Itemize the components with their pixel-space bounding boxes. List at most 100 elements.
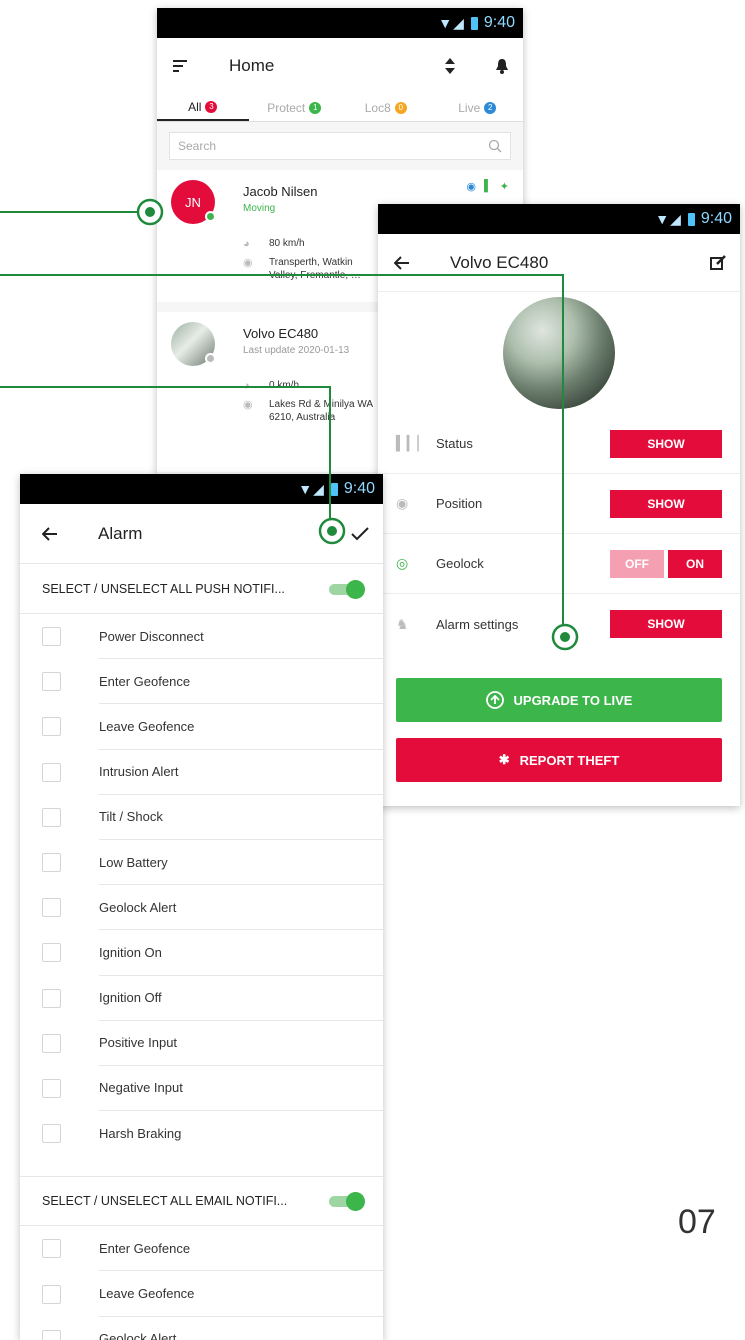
list-item[interactable]: Harsh Braking	[20, 1111, 383, 1156]
checkbox[interactable]	[42, 1124, 61, 1144]
checkbox[interactable]	[42, 762, 61, 782]
alarm-screen: ▼◢ 9:40 Alarm SELECT / UNSELECT ALL PUSH…	[20, 474, 383, 1340]
tab-all[interactable]: All 3	[157, 94, 249, 121]
item-label: Ignition On	[99, 930, 383, 976]
checkmark-icon[interactable]	[351, 526, 369, 541]
status-bar: ▼◢ 9:40	[20, 474, 383, 504]
checkbox[interactable]	[42, 672, 61, 692]
address-value: Lakes Rd & Minilya WA 6210, Australia	[269, 399, 373, 423]
tab-protect[interactable]: Protect 1	[249, 94, 341, 121]
checkbox[interactable]	[42, 807, 61, 827]
bell-icon[interactable]	[495, 58, 509, 74]
detail-screen: ▼◢ 9:40 Volvo EC480 ▍▎▏ Status SHOW ◉ Po…	[378, 204, 740, 806]
speedometer-icon: ◕	[243, 380, 250, 392]
address-value: Transperth, Watkin Valley, Fremantle, …	[269, 257, 361, 281]
item-label: Enter Geofence	[99, 659, 383, 705]
list-item[interactable]: Leave Geofence	[20, 1271, 383, 1317]
checkbox[interactable]	[42, 1284, 61, 1304]
geolock-on-button[interactable]: ON	[668, 549, 722, 578]
list-item[interactable]: Low Battery	[20, 840, 383, 886]
email-select-all-toggle[interactable]	[325, 1192, 365, 1212]
alarm-settings-show-button[interactable]: SHOW	[610, 610, 722, 638]
position-show-button[interactable]: SHOW	[610, 489, 722, 518]
checkbox[interactable]	[42, 898, 61, 918]
checkbox[interactable]	[42, 627, 61, 647]
upload-circle-icon	[485, 691, 504, 709]
list-item[interactable]: Enter Geofence	[20, 659, 383, 705]
location-pin-icon: ◉	[396, 495, 409, 511]
report-theft-button[interactable]: ✱ REPORT THEFT	[396, 738, 722, 782]
row-label: Position	[436, 496, 483, 511]
tab-live[interactable]: Live 2	[432, 94, 524, 121]
list-item[interactable]: Geolock Alert	[20, 885, 383, 931]
status-bar: ▼◢ 9:40	[157, 8, 523, 38]
bell-icon: ♞	[396, 615, 409, 632]
menu-icon[interactable]	[171, 60, 191, 72]
button-label: REPORT THEFT	[519, 752, 620, 768]
push-select-all-toggle[interactable]	[325, 579, 365, 599]
search-icon[interactable]	[488, 139, 502, 153]
checkbox[interactable]	[42, 853, 61, 873]
alarm-settings-row: ♞ Alarm settings SHOW	[378, 594, 740, 654]
speedometer-icon: ◕	[243, 238, 250, 250]
item-label: Enter Geofence	[99, 1226, 383, 1272]
item-label: Geolock Alert	[99, 885, 383, 931]
avatar-initials: JN	[185, 194, 201, 210]
checkbox[interactable]	[42, 717, 61, 737]
satellite-icon: ✦	[499, 181, 509, 193]
avatar	[171, 322, 216, 366]
speed-value: 80 km/h	[269, 238, 305, 249]
checkbox[interactable]	[42, 988, 61, 1008]
geolock-off-button[interactable]: OFF	[610, 549, 664, 578]
email-notifications-section: SELECT / UNSELECT ALL EMAIL NOTIFI...	[20, 1176, 383, 1227]
item-badges: ◉ ▌ ✦	[466, 180, 509, 193]
section-label: SELECT / UNSELECT ALL PUSH NOTIFI...	[42, 581, 285, 596]
item-label: Power Disconnect	[99, 614, 383, 660]
back-arrow-icon[interactable]	[392, 255, 412, 270]
item-label: Leave Geofence	[99, 1271, 383, 1317]
checkbox[interactable]	[42, 1078, 61, 1098]
status-bars-icon: ▍▎▏	[396, 435, 429, 451]
geolock-toggle[interactable]: OFF ON	[610, 549, 722, 578]
count-badge: 1	[309, 101, 322, 114]
checkbox[interactable]	[42, 943, 61, 963]
row-label: Status	[436, 436, 473, 451]
list-item[interactable]: Enter Geofence	[20, 1226, 383, 1272]
app-bar: Volvo EC480	[378, 234, 740, 292]
edit-icon[interactable]	[710, 254, 726, 271]
checkbox[interactable]	[42, 1239, 61, 1259]
battery-icon	[330, 482, 338, 496]
item-label: Harsh Braking	[99, 1126, 182, 1142]
avatar: JN	[171, 180, 216, 224]
list-item[interactable]: Positive Input	[20, 1021, 383, 1066]
search-input[interactable]: Search	[169, 132, 511, 160]
list-item[interactable]: Geolock Alert	[20, 1317, 383, 1340]
status-show-button[interactable]: SHOW	[610, 429, 722, 458]
item-label: Low Battery	[99, 840, 383, 886]
alarm-siren-icon: ✱	[498, 752, 510, 767]
list-item[interactable]: Ignition On	[20, 930, 383, 976]
list-item[interactable]: Ignition Off	[20, 976, 383, 1021]
list-item[interactable]: Leave Geofence	[20, 704, 383, 750]
back-arrow-icon[interactable]	[40, 526, 60, 541]
item-label: Intrusion Alert	[99, 750, 383, 795]
item-name: Volvo EC480	[243, 326, 319, 341]
sort-icon[interactable]	[445, 58, 455, 74]
item-status: Moving	[243, 203, 276, 214]
tab-label: All	[188, 99, 202, 114]
list-item[interactable]: Power Disconnect	[20, 614, 383, 660]
wifi-signal-icon: ▼◢	[438, 14, 465, 31]
status-row: ▍▎▏ Status SHOW	[378, 414, 740, 474]
upgrade-to-live-button[interactable]: UPGRADE TO LIVE	[396, 678, 722, 722]
tab-loc8[interactable]: Loc8 0	[340, 94, 432, 121]
checkbox[interactable]	[42, 1329, 61, 1340]
search-placeholder: Search	[178, 139, 217, 153]
checkbox[interactable]	[42, 1033, 61, 1053]
count-badge: 2	[484, 101, 497, 114]
tab-bar: All 3 Protect 1 Loc8 0 Live 2	[157, 94, 523, 122]
list-item[interactable]: Negative Input	[20, 1066, 383, 1112]
status-time: 9:40	[700, 210, 732, 227]
list-item[interactable]: Intrusion Alert	[20, 750, 383, 795]
status-time: 9:40	[483, 14, 515, 31]
list-item[interactable]: Tilt / Shock	[20, 795, 383, 840]
